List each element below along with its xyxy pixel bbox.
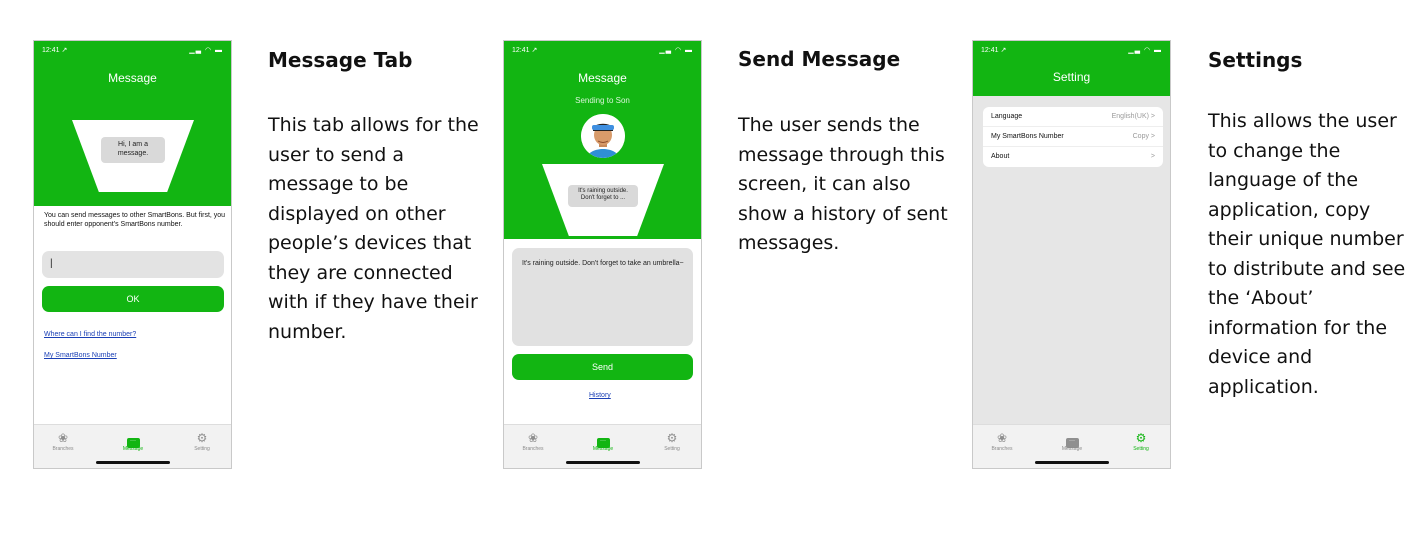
- tab-bar: ❀ Branches ··· Message ⚙ Setting: [504, 424, 701, 468]
- settings-row-value: >: [1150, 153, 1155, 160]
- status-time: 12:41 ↗: [42, 47, 68, 54]
- message-textarea[interactable]: It's raining outside. Don't forget to ta…: [512, 248, 693, 346]
- tab-setting-label: Setting: [1133, 446, 1149, 452]
- message-textarea-value: It's raining outside. Don't forget to ta…: [522, 260, 684, 267]
- tab-branches-label: Branches: [522, 446, 544, 452]
- phone-settings: 12:41 ↗ ▁▃ ◠ ▬ Setting Language English(…: [972, 40, 1171, 469]
- gear-icon: ⚙: [666, 431, 678, 445]
- gear-icon: ⚙: [196, 431, 208, 445]
- ok-button[interactable]: OK: [42, 286, 224, 312]
- tab-setting-label: Setting: [194, 446, 210, 452]
- tab-message[interactable]: ··· Message: [108, 431, 158, 452]
- settings-row-value: English(UK) >: [1111, 113, 1155, 120]
- desc-settings-body: This allows the user to change the langu…: [1208, 110, 1406, 398]
- tab-message-label: Message: [592, 446, 614, 452]
- home-indicator: [1035, 461, 1109, 464]
- avatar: [581, 114, 625, 158]
- status-time: 12:41 ↗: [512, 47, 538, 54]
- page-title: Message: [578, 71, 627, 85]
- tab-branches-label: Branches: [52, 446, 74, 452]
- phone-send-message: 12:41 ↗ ▁▃ ◠ ▬ Message Sending to Son It…: [503, 40, 702, 469]
- status-bar: 12:41 ↗ ▁▃ ◠ ▬: [973, 41, 1170, 61]
- status-bar: 12:41 ↗ ▁▃ ◠ ▬: [34, 41, 231, 61]
- tab-setting[interactable]: ⚙ Setting: [177, 431, 227, 452]
- tab-message[interactable]: ··· Message: [1047, 431, 1097, 452]
- tab-message[interactable]: ··· Message: [578, 431, 628, 452]
- person-avatar-icon: [581, 114, 625, 158]
- desc-send-message-title: Send Message: [738, 47, 901, 71]
- message-bubble: It's raining outside. Don't forget to ..…: [568, 185, 638, 207]
- my-number-link[interactable]: My SmartBons Number: [44, 352, 117, 359]
- desc-message-tab-title: Message Tab: [268, 48, 413, 72]
- phone-message-tab: 12:41 ↗ ▁▃ ◠ ▬ Message Hi, I am a messag…: [33, 40, 232, 469]
- message-bubble: Hi, I am a message.: [101, 137, 165, 163]
- message-icon-wrap: ···: [108, 431, 158, 448]
- status-icons: ▁▃ ◠ ▬: [1128, 47, 1162, 54]
- tree-icon: ❀: [57, 431, 69, 445]
- settings-row-about[interactable]: About >: [983, 147, 1163, 167]
- tab-message-label: Message: [122, 446, 144, 452]
- page-title: Message: [108, 71, 157, 85]
- tab-branches-label: Branches: [991, 446, 1013, 452]
- status-icons: ▁▃ ◠ ▬: [189, 47, 223, 54]
- page-title: Setting: [1052, 70, 1091, 84]
- tab-branches[interactable]: ❀ Branches: [38, 431, 88, 452]
- settings-row-label: Language: [991, 113, 1023, 120]
- tab-bar: ❀ Branches ··· Message ⚙ Setting: [34, 424, 231, 468]
- settings-row-label: About: [991, 153, 1010, 160]
- tab-bar: ❀ Branches ··· Message ⚙ Setting: [973, 424, 1170, 468]
- desc-message-tab-body: This tab allows for the user to send a m…: [268, 114, 479, 343]
- tab-setting[interactable]: ⚙ Setting: [647, 431, 697, 452]
- tree-icon: ❀: [527, 431, 539, 445]
- message-icon-wrap: ···: [578, 431, 628, 448]
- instructions-text: You can send messages to other SmartBons…: [44, 212, 226, 228]
- send-button[interactable]: Send: [512, 354, 693, 380]
- home-indicator: [566, 461, 640, 464]
- home-indicator: [96, 461, 170, 464]
- settings-list: Language English(UK) > My SmartBons Numb…: [973, 107, 1170, 169]
- settings-row-language[interactable]: Language English(UK) >: [983, 107, 1163, 127]
- number-input-value: |: [50, 258, 53, 269]
- tab-setting-label: Setting: [664, 446, 680, 452]
- tree-icon: ❀: [996, 431, 1008, 445]
- find-number-link[interactable]: Where can I find the number?: [44, 331, 136, 338]
- message-icon-wrap: ···: [1047, 431, 1097, 448]
- desc-settings-title: Settings: [1208, 48, 1303, 72]
- tab-message-label: Message: [1061, 446, 1083, 452]
- status-time: 12:41 ↗: [981, 47, 1007, 54]
- tab-branches[interactable]: ❀ Branches: [508, 431, 558, 452]
- desc-send-message-body: The user sends the message through this …: [738, 114, 948, 254]
- recipient-subtitle: Sending to Son: [575, 96, 630, 105]
- tab-branches[interactable]: ❀ Branches: [977, 431, 1027, 452]
- settings-row-value: Copy >: [1132, 133, 1155, 140]
- history-link[interactable]: History: [589, 392, 611, 399]
- status-icons: ▁▃ ◠ ▬: [659, 47, 693, 54]
- status-bar: 12:41 ↗ ▁▃ ◠ ▬: [504, 41, 701, 61]
- number-input[interactable]: |: [42, 251, 224, 278]
- gear-icon: ⚙: [1135, 431, 1147, 445]
- tab-setting[interactable]: ⚙ Setting: [1116, 431, 1166, 452]
- settings-row-number[interactable]: My SmartBons Number Copy >: [983, 127, 1163, 147]
- settings-row-label: My SmartBons Number: [991, 133, 1064, 140]
